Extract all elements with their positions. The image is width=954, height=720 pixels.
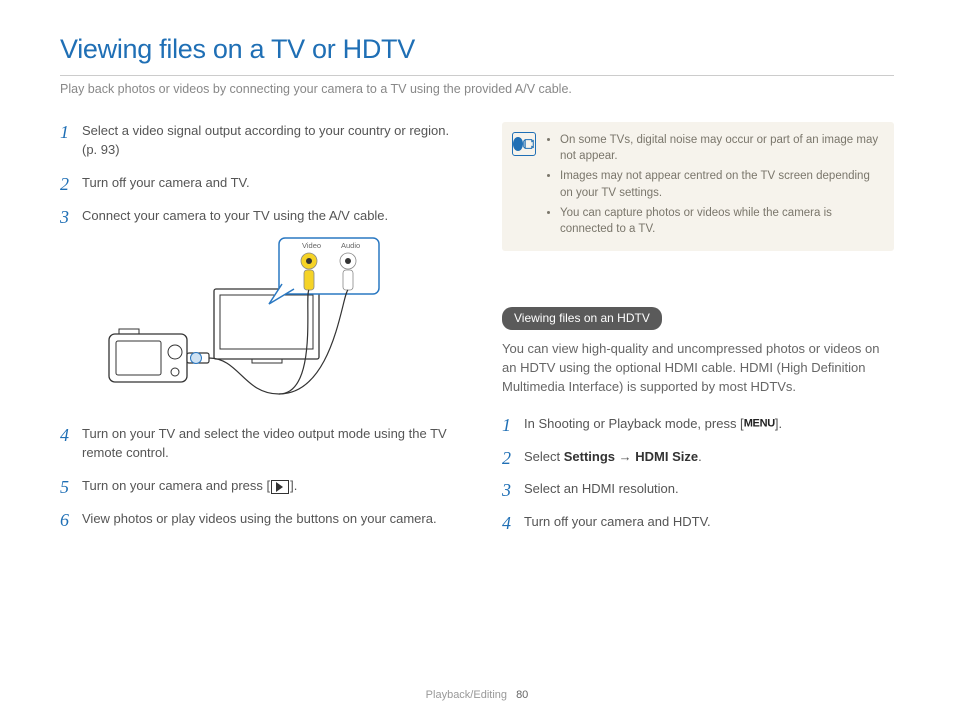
tv-step-2: Turn off your camera and TV. — [60, 174, 452, 193]
tv-step-1: Select a video signal output according t… — [60, 122, 452, 160]
hdtv-s2-settings: Settings — [564, 449, 615, 464]
tv-step-5: Turn on your camera and press []. — [60, 477, 452, 496]
tv-icon — [214, 289, 319, 363]
tv-step-5-suf: ]. — [290, 478, 297, 493]
tv-step-3: Connect your camera to your TV using the… — [60, 207, 452, 410]
hdtv-s1-pre: In Shooting or Playback mode, press [ — [524, 416, 744, 431]
hdtv-intro: You can view high-quality and uncompress… — [502, 340, 894, 397]
hdtv-s2-suf: . — [698, 449, 702, 464]
tv-step-5-pre: Turn on your camera and press [ — [82, 478, 270, 493]
title-rule — [60, 75, 894, 76]
hdtv-step-4: Turn off your camera and HDTV. — [502, 513, 894, 532]
hdtv-s2-arrow: → — [615, 449, 635, 464]
tips-box: On some TVs, digital noise may occur or … — [502, 122, 894, 251]
tv-step-3-text: Connect your camera to your TV using the… — [82, 208, 388, 223]
tv-step-6: View photos or play videos using the but… — [60, 510, 452, 529]
connector-callout: Video Audio — [269, 238, 379, 304]
hdtv-heading: Viewing files on an HDTV — [502, 307, 662, 330]
content-columns: Select a video signal output according t… — [60, 122, 894, 546]
tip-2: Images may not appear centred on the TV … — [560, 168, 880, 200]
hdtv-step-1: In Shooting or Playback mode, press [MEN… — [502, 415, 894, 434]
hdtv-s2-hdmisize: HDMI Size — [635, 449, 698, 464]
connection-diagram: Video Audio — [104, 234, 452, 410]
manual-page: Viewing files on a TV or HDTV Play back … — [0, 0, 954, 720]
tips-list: On some TVs, digital noise may occur or … — [546, 132, 880, 237]
label-video: Video — [302, 241, 321, 250]
menu-icon: MENU — [744, 417, 775, 429]
label-audio: Audio — [341, 241, 360, 250]
hdtv-s2-pre: Select — [524, 449, 564, 464]
page-footer: Playback/Editing 80 — [0, 688, 954, 704]
hdtv-s1-suf: ]. — [775, 416, 782, 431]
right-column: On some TVs, digital noise may occur or … — [502, 122, 894, 546]
page-title: Viewing files on a TV or HDTV — [60, 30, 894, 69]
av-cable-icon — [187, 290, 348, 394]
camera-icon — [109, 329, 187, 382]
left-column: Select a video signal output according t… — [60, 122, 452, 546]
footer-section: Playback/Editing — [426, 689, 507, 701]
footer-page-number: 80 — [516, 689, 528, 701]
hdtv-step-3: Select an HDMI resolution. — [502, 480, 894, 499]
tv-step-4: Turn on your TV and select the video out… — [60, 425, 452, 463]
tip-1: On some TVs, digital noise may occur or … — [560, 132, 880, 164]
hdtv-steps-list: In Shooting or Playback mode, press [MEN… — [502, 415, 894, 532]
page-subtitle: Play back photos or videos by connecting… — [60, 80, 894, 98]
playback-icon — [271, 480, 289, 494]
tv-steps-list: Select a video signal output according t… — [60, 122, 452, 529]
hdtv-step-2: Select Settings → HDMI Size. — [502, 448, 894, 467]
tip-3: You can capture photos or videos while t… — [560, 205, 880, 237]
note-icon — [512, 132, 536, 156]
